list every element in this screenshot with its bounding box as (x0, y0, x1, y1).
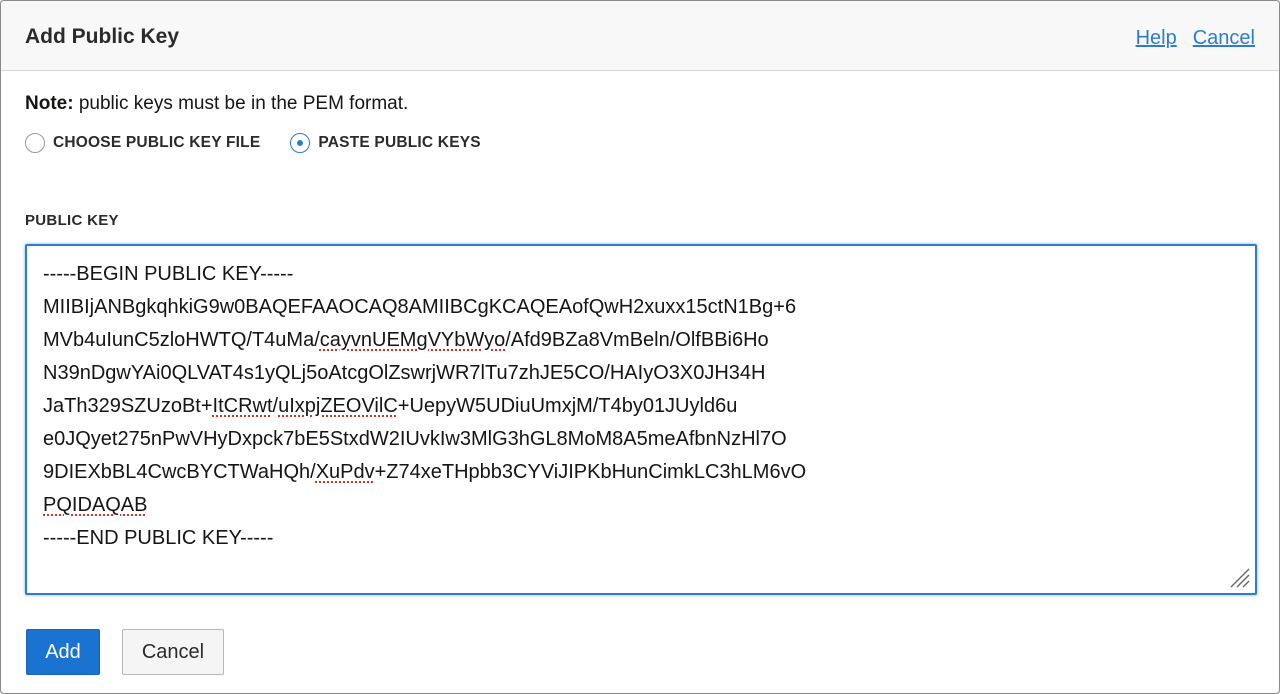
radio-label-paste-keys: PASTE PUBLIC KEYS (318, 134, 481, 151)
dialog-title: Add Public Key (25, 25, 180, 48)
cancel-link[interactable]: Cancel (1193, 27, 1255, 50)
spellcheck-flagged-text: ItCRwt (212, 395, 273, 417)
pem-format-note: Note: public keys must be in the PEM for… (25, 93, 408, 115)
radio-choose-public-key-file[interactable]: CHOOSE PUBLIC KEY FILE (25, 133, 260, 153)
key-line: JaTh329SZUzoBt+ItCRwt/uIxpjZEOVilC+UepyW… (43, 390, 1239, 423)
radio-button-checked[interactable] (290, 133, 311, 153)
key-line: e0JQyet275nPwVHyDxpck7bE5StxdW2IUvkIw3Ml… (43, 423, 1239, 456)
note-bold-label: Note: (25, 93, 74, 114)
key-text: +UepyW5UDiuUmxjM/T4by01JUyld6u (397, 395, 738, 417)
help-link[interactable]: Help (1136, 27, 1177, 50)
spellcheck-flagged-text: cayvnUEMgVYbWyo (319, 329, 506, 351)
note-text: public keys must be in the PEM format. (73, 93, 409, 114)
spellcheck-flagged-text: PQIDAQAB (43, 494, 148, 516)
key-text: -----END PUBLIC KEY----- (43, 527, 274, 549)
key-text: -----BEGIN PUBLIC KEY----- (43, 263, 294, 285)
public-key-field-label: PUBLIC KEY (25, 212, 119, 229)
key-text: MVb4uIunC5zloHWTQ/T4uMa/ (43, 329, 320, 351)
key-text: /Afd9BZa8VmBeln/OlfBBi6Ho (505, 329, 769, 351)
key-text: N39nDgwYAi0QLVAT4s1yQLj5oAtcgOlZswrjWR7l… (43, 362, 766, 384)
resize-handle-icon[interactable] (1227, 565, 1251, 589)
spellcheck-flagged-text: uIxpjZEOVilC (278, 395, 398, 417)
add-button[interactable]: Add (26, 629, 100, 675)
radio-button-unchecked[interactable] (25, 133, 45, 153)
public-key-content: -----BEGIN PUBLIC KEY----- MIIBIjANBgkqhk… (43, 258, 1239, 555)
radio-label-choose-file: CHOOSE PUBLIC KEY FILE (53, 134, 261, 151)
key-text: MIIBIjANBgkqhkiG9w0BAQEFAAOCAQ8AMIIBCgKC… (43, 296, 797, 318)
key-source-radio-group: CHOOSE PUBLIC KEY FILE PASTE PUBLIC KEYS (25, 133, 511, 153)
key-line: -----BEGIN PUBLIC KEY----- (43, 258, 1239, 291)
key-text: JaTh329SZUzoBt+ (43, 395, 213, 417)
key-line: 9DIEXbBL4CwcBYCTWaHQh/XuPdv+Z74xeTHpbb3C… (43, 456, 1239, 489)
public-key-textarea[interactable]: -----BEGIN PUBLIC KEY----- MIIBIjANBgkqhk… (25, 244, 1257, 595)
add-public-key-dialog: Add Public Key Help Cancel Note: public … (0, 0, 1280, 694)
header-links: Help Cancel (1136, 27, 1255, 50)
key-line: PQIDAQAB (43, 489, 1239, 522)
key-line: MIIBIjANBgkqhkiG9w0BAQEFAAOCAQ8AMIIBCgKC… (43, 291, 1239, 324)
key-line: MVb4uIunC5zloHWTQ/T4uMa/cayvnUEMgVYbWyo/… (43, 324, 1239, 357)
key-text: +Z74xeTHpbb3CYViJIPKbHunCimkLC3hLM6vO (374, 461, 807, 483)
key-text: e0JQyet275nPwVHyDxpck7bE5StxdW2IUvkIw3Ml… (43, 428, 787, 450)
key-text: 9DIEXbBL4CwcBYCTWaHQh/ (43, 461, 316, 483)
cancel-button[interactable]: Cancel (122, 629, 224, 675)
dialog-header: Add Public Key Help Cancel (1, 1, 1279, 71)
radio-paste-public-keys[interactable]: PASTE PUBLIC KEYS (290, 133, 481, 153)
spellcheck-flagged-text: XuPdv (315, 461, 375, 483)
key-line: N39nDgwYAi0QLVAT4s1yQLj5oAtcgOlZswrjWR7l… (43, 357, 1239, 390)
key-line: -----END PUBLIC KEY----- (43, 522, 1239, 555)
